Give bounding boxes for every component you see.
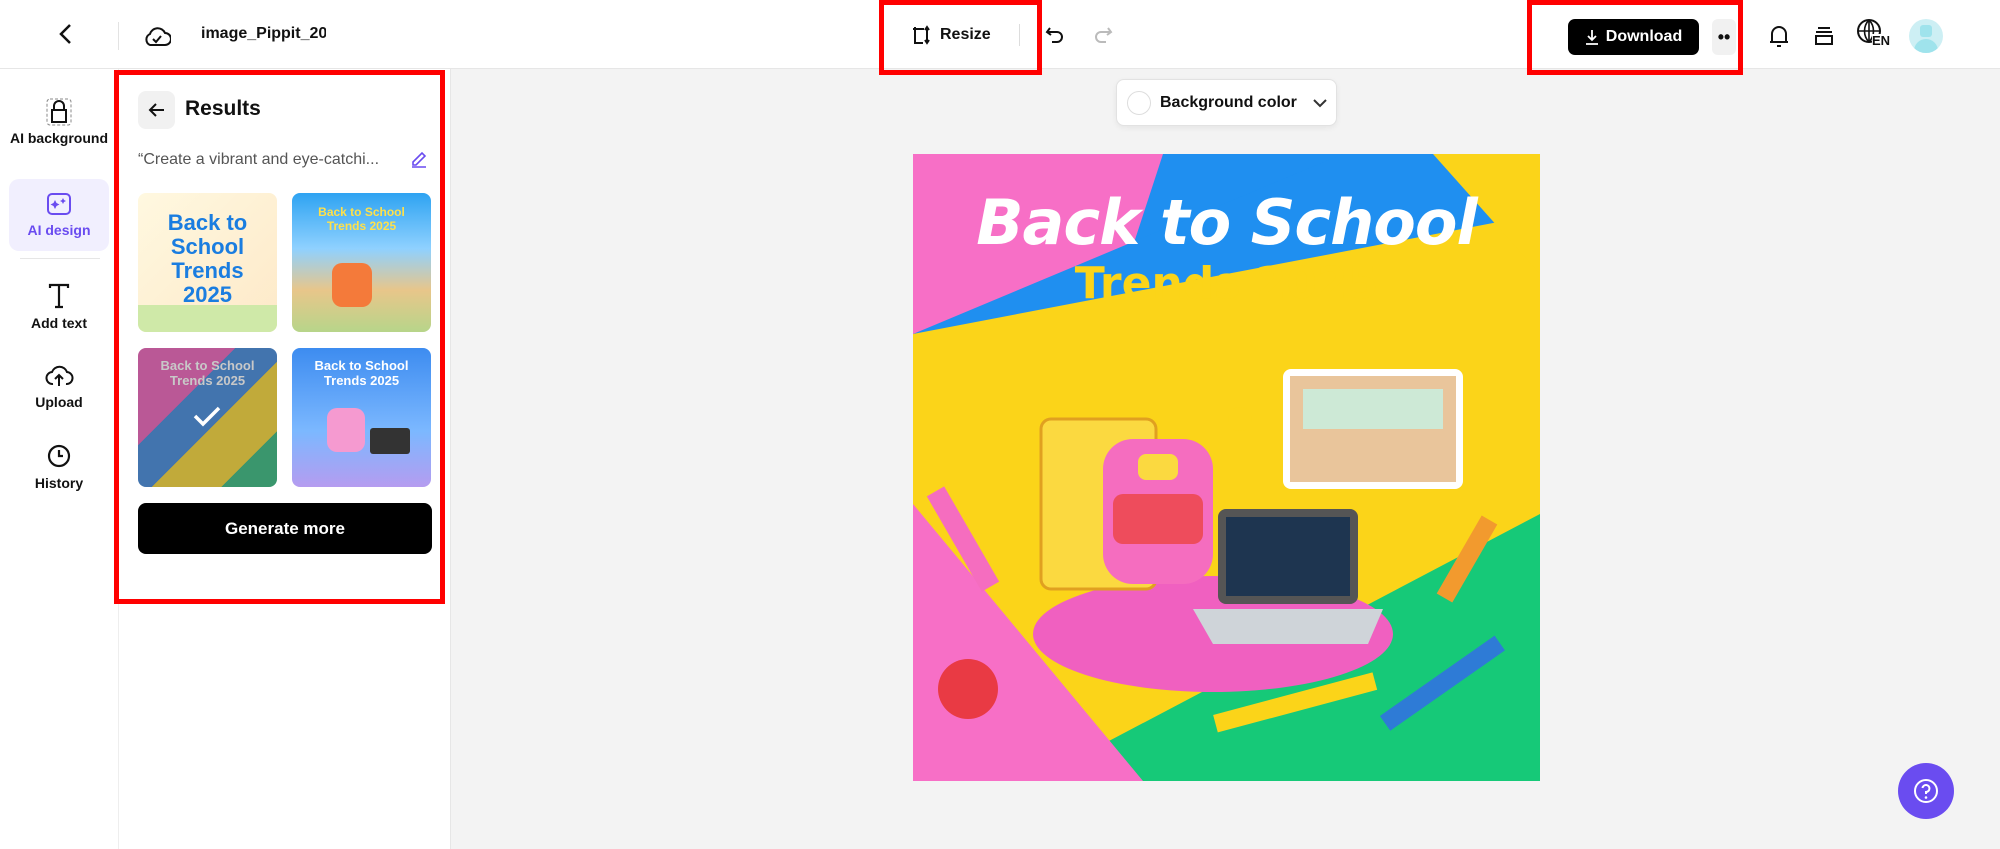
divider — [20, 258, 100, 259]
file-name[interactable]: image_Pippit_20 — [201, 25, 326, 43]
text-icon — [48, 283, 70, 308]
resize-label: Resize — [940, 26, 991, 43]
rail-item-ai-background[interactable]: AI background — [9, 86, 109, 158]
resize-icon — [913, 25, 930, 45]
panel-title: Results — [185, 97, 261, 120]
divider — [118, 22, 119, 50]
language-code: EN — [1872, 33, 1891, 48]
thumbnail-title: Back to School Trends 2025 — [318, 205, 405, 233]
result-thumbnail-4[interactable]: Back to School Trends 2025 — [292, 348, 431, 487]
ai-design-icon — [47, 192, 71, 215]
more-options-icon[interactable]: •• — [1712, 19, 1736, 55]
top-bar: image_Pippit_20 Resize Download •• EN — [0, 0, 2000, 69]
ai-background-icon — [46, 98, 72, 125]
divider — [1019, 24, 1020, 46]
rail-item-ai-design[interactable]: AI design — [9, 179, 109, 251]
design-title-line2: Trends 2025 — [1074, 258, 1379, 309]
help-button[interactable] — [1898, 763, 1954, 819]
thumbnail-title: Back to School Trends 2025 — [167, 210, 248, 307]
rail-item-add-text[interactable]: Add text — [9, 271, 109, 343]
resize-button[interactable]: Resize — [910, 18, 991, 52]
background-color-dropdown[interactable]: Background color — [1116, 79, 1337, 126]
result-thumbnail-1[interactable]: Back to School Trends 2025 — [138, 193, 277, 332]
redo-icon[interactable] — [1088, 20, 1118, 50]
back-chevron-icon[interactable] — [50, 18, 82, 50]
language-button[interactable]: EN — [1856, 18, 1894, 54]
background-color-label: Background color — [1160, 93, 1297, 111]
rail-label: Upload — [35, 393, 83, 410]
tool-rail: AI background AI design Add text Upload … — [0, 69, 119, 849]
download-button[interactable]: Download — [1568, 19, 1699, 55]
rail-item-upload[interactable]: Upload — [9, 351, 109, 423]
back-arrow-button[interactable] — [138, 91, 175, 129]
credits-icon[interactable] — [1808, 20, 1840, 52]
undo-icon[interactable] — [1040, 20, 1070, 50]
cloud-saved-icon[interactable] — [141, 20, 173, 52]
chevron-down-icon — [1313, 98, 1327, 107]
design-title-to-school: to School — [1159, 186, 1478, 259]
rail-label: History — [34, 474, 84, 491]
rail-label: AI design — [27, 221, 91, 238]
checkmark-icon — [193, 406, 221, 427]
clock-icon — [47, 444, 71, 467]
upload-cloud-icon — [45, 365, 74, 386]
arrow-left-icon — [148, 103, 164, 117]
thumbnail-title: Back to School Trends 2025 — [314, 358, 409, 388]
design-canvas[interactable]: Back to School Trends 2025 — [913, 154, 1540, 781]
prompt-text: “Create a vibrant and eye-catchi... — [138, 151, 380, 168]
design-title-back: Back — [976, 186, 1140, 259]
rail-item-history[interactable]: History — [9, 431, 109, 503]
design-title-line1: Back to School — [913, 186, 1540, 259]
color-swatch — [1127, 90, 1151, 115]
generate-more-button[interactable]: Generate more — [138, 503, 432, 554]
rail-label: Add text — [31, 314, 87, 331]
result-thumbnail-2[interactable]: Back to School Trends 2025 — [292, 193, 431, 332]
download-label: Download — [1605, 28, 1683, 45]
avatar[interactable] — [1909, 19, 1943, 53]
result-thumbnail-3-selected[interactable]: Back to School Trends 2025 — [138, 348, 277, 487]
download-icon — [1585, 30, 1598, 45]
edit-prompt-icon[interactable] — [410, 150, 428, 173]
rail-label: AI background — [9, 129, 108, 146]
notification-bell-icon[interactable] — [1763, 20, 1795, 52]
help-question-icon — [1914, 779, 1938, 803]
